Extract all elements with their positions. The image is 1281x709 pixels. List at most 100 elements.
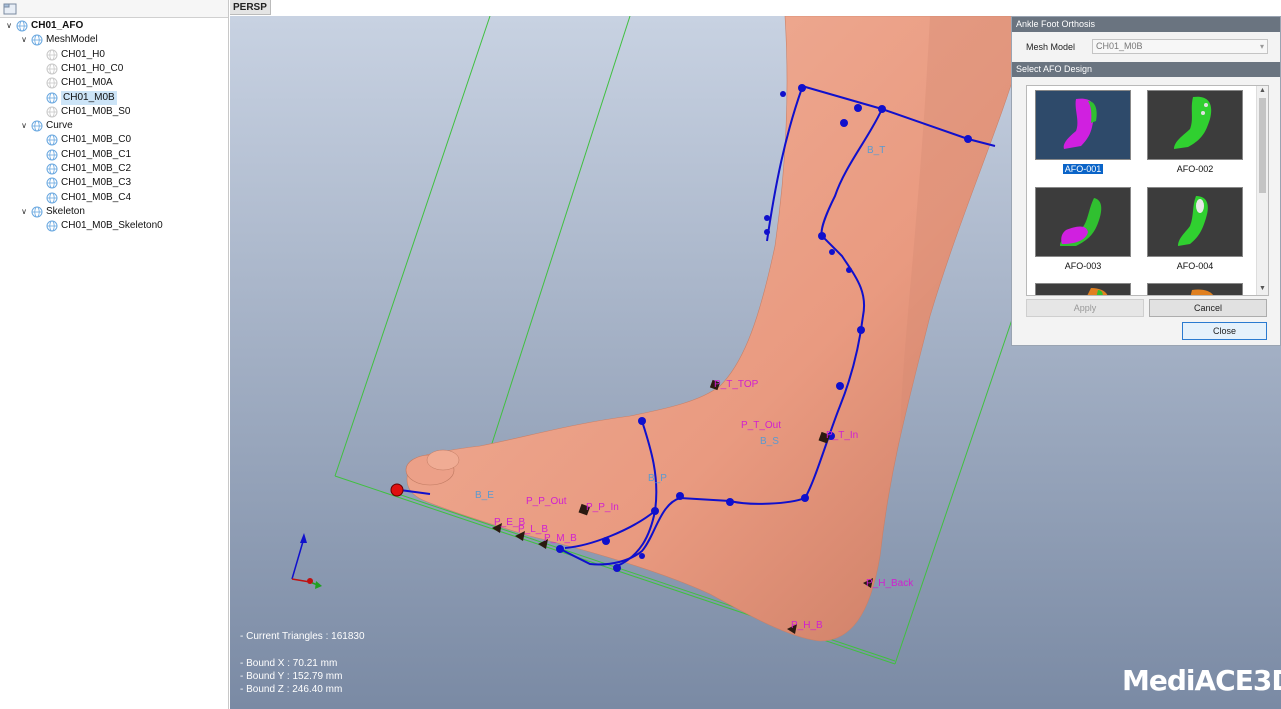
scroll-down-icon[interactable]: ▼	[1257, 284, 1268, 294]
tree-item[interactable]: CH01_M0B_C1	[34, 148, 131, 162]
tree-item-label: Curve	[46, 120, 73, 132]
expand-chevron-icon[interactable]: ∨	[19, 119, 29, 133]
mesh-model-row: Mesh Model CH01_M0B ▾	[1012, 32, 1280, 62]
tree-item-label: CH01_M0B	[61, 90, 117, 105]
tree-root-node[interactable]: ∨ CH01_AFO	[4, 19, 83, 33]
label-p-t-out: P_T_Out	[741, 420, 781, 431]
afo-design-item[interactable]: AFO-003	[1035, 187, 1131, 272]
dialog-title: Ankle Foot Orthosis	[1012, 17, 1280, 32]
tree-item-label: CH01_M0B_C2	[61, 163, 132, 174]
design-list-scrollbar[interactable]: ▲ ▼	[1256, 86, 1268, 295]
globe-icon	[46, 106, 58, 118]
expand-chevron-icon[interactable]: ∨	[19, 33, 29, 47]
bound-z: - Bound Z : 246.40 mm	[240, 684, 343, 695]
afo-design-label: AFO-003	[1064, 261, 1102, 271]
label-b-t: B_T	[867, 145, 885, 156]
afo-design-label: AFO-002	[1176, 164, 1214, 174]
label-p-h-b: P_H_B	[791, 620, 823, 631]
expand-chevron-icon[interactable]: ∨	[4, 19, 14, 33]
tree-item-label: CH01_AFO	[31, 20, 84, 31]
tree-view-icon[interactable]	[3, 2, 17, 15]
triangle-count: - Current Triangles : 161830	[240, 631, 365, 642]
globe-icon	[46, 163, 58, 175]
chevron-down-icon: ▾	[1259, 42, 1264, 51]
tree-item-label: CH01_M0B_C0	[61, 134, 132, 146]
afo-design-label: AFO-001	[1062, 164, 1104, 174]
globe-icon	[46, 220, 58, 232]
afo-thumbnail	[1035, 283, 1131, 295]
mesh-model-value: CH01_M0B	[1096, 41, 1143, 51]
tree-item-label: CH01_M0A	[61, 77, 113, 89]
expand-chevron-icon[interactable]: ∨	[19, 205, 29, 219]
label-p-m-b: P_M_B	[544, 533, 577, 544]
tree-item-label: CH01_M0B_Skeleton0	[61, 220, 163, 232]
globe-icon	[46, 149, 58, 161]
tree-item[interactable]: CH01_M0B_C4	[34, 191, 131, 205]
afo-design-label: AFO-004	[1176, 261, 1214, 271]
afo-thumbnail	[1147, 90, 1243, 160]
tree-group-node[interactable]: ∨ MeshModel	[19, 33, 98, 47]
close-button[interactable]: Close	[1182, 322, 1267, 340]
tree-group-node[interactable]: ∨ Skeleton	[19, 205, 85, 219]
apply-button[interactable]: Apply	[1026, 299, 1144, 317]
globe-icon	[46, 77, 58, 89]
globe-icon	[16, 20, 28, 32]
tree-item[interactable]: CH01_M0B_Skeleton0	[34, 219, 163, 233]
tree-item[interactable]: CH01_M0B_S0	[34, 105, 130, 119]
tree-item-label: Skeleton	[46, 205, 85, 217]
afo-thumbnail	[1035, 90, 1131, 160]
tree-item-label: CH01_H0_C0	[61, 62, 124, 74]
globe-icon	[46, 63, 58, 75]
afo-design-item-partial[interactable]	[1035, 283, 1131, 295]
afo-design-list[interactable]: AFO-001 AFO-002 AFO-003 AFO-004 ▲ ▼	[1026, 85, 1269, 296]
view-mode-tab[interactable]: PERSP	[230, 0, 271, 15]
globe-icon	[31, 34, 43, 46]
tree-item[interactable]: CH01_M0B_C0	[34, 133, 131, 147]
globe-icon	[46, 177, 58, 189]
tree-item[interactable]: CH01_M0A	[34, 76, 113, 90]
globe-icon	[31, 120, 43, 132]
label-p-t-in: P_T_In	[826, 430, 858, 441]
label-b-s: B_S	[760, 436, 779, 447]
tree-item-label: CH01_M0B_C1	[61, 148, 132, 160]
tree-item[interactable]: CH01_H0	[34, 48, 105, 62]
tree-item[interactable]: CH01_M0B	[34, 90, 117, 105]
label-b-p: B_P	[648, 473, 667, 484]
globe-icon	[31, 206, 43, 218]
globe-icon	[46, 49, 58, 61]
afo-design-item[interactable]: AFO-004	[1147, 187, 1243, 272]
tree-item-label: MeshModel	[46, 34, 98, 46]
label-p-h-back: P_H_Back	[866, 578, 914, 589]
scroll-up-icon[interactable]: ▲	[1257, 86, 1268, 96]
scrollbar-thumb[interactable]	[1259, 98, 1266, 193]
tree-item-label: CH01_M0B_C3	[61, 177, 132, 189]
afo-thumbnail	[1147, 283, 1243, 295]
scene-tree-panel: ∨ CH01_AFO ∨ MeshModel CH01_H0 CH01_H0_C0 CH01…	[0, 0, 229, 709]
bound-x: - Bound X : 70.21 mm	[240, 658, 338, 669]
tree-group-node[interactable]: ∨ Curve	[19, 119, 73, 133]
label-p-t-top: P_T_TOP	[714, 379, 759, 390]
cancel-button[interactable]: Cancel	[1149, 299, 1267, 317]
start-point-marker[interactable]	[390, 483, 404, 497]
ankle-foot-orthosis-dialog: Ankle Foot Orthosis Mesh Model CH01_M0B …	[1011, 16, 1281, 346]
label-p-p-in: P_P_In	[586, 502, 619, 513]
second-toe	[426, 449, 460, 471]
tree-toolbar	[0, 0, 228, 18]
afo-design-item-partial[interactable]	[1147, 283, 1243, 295]
tree-item-label: CH01_H0	[61, 48, 105, 60]
afo-thumbnail	[1035, 187, 1131, 257]
label-b-e: B_E	[475, 490, 494, 501]
tree-item[interactable]: CH01_M0B_C3	[34, 176, 131, 190]
globe-icon	[46, 192, 58, 204]
tree-item[interactable]: CH01_M0B_C2	[34, 162, 131, 176]
tree-item-label: CH01_M0B_C4	[61, 191, 132, 203]
mesh-model-select[interactable]: CH01_M0B ▾	[1092, 39, 1268, 54]
afo-thumbnail	[1147, 187, 1243, 257]
afo-design-item[interactable]: AFO-002	[1147, 90, 1243, 175]
mediace3d-logo: MediACE3D	[1122, 664, 1281, 697]
tree-item[interactable]: CH01_H0_C0	[34, 62, 123, 76]
mesh-model-label: Mesh Model	[1026, 42, 1076, 52]
label-p-p-out: P_P_Out	[526, 496, 567, 507]
afo-design-item[interactable]: AFO-001	[1035, 90, 1131, 175]
bound-y: - Bound Y : 152.79 mm	[240, 671, 343, 682]
